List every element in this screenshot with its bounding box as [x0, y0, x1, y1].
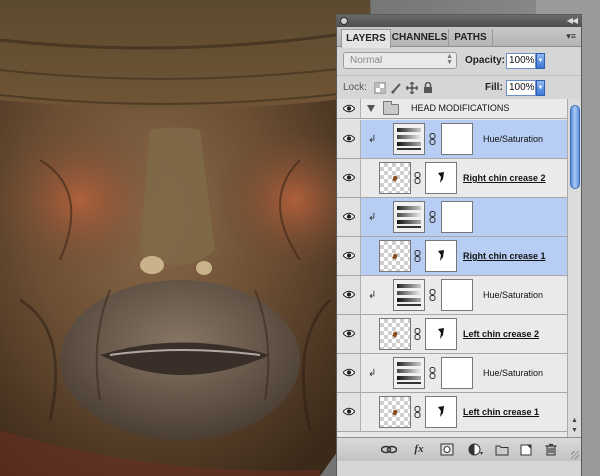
mask-link-icon[interactable]: [429, 133, 436, 145]
select-arrows-icon: ▲ ▼: [446, 53, 453, 66]
layer-thumbnail[interactable]: [379, 162, 411, 194]
opacity-label: Opacity:: [465, 55, 506, 66]
mask-link-icon[interactable]: [429, 289, 436, 301]
layer-mask-thumbnail[interactable]: [425, 396, 457, 428]
mask-link-icon[interactable]: [414, 250, 421, 262]
lock-all-icon[interactable]: [422, 82, 434, 94]
adjustment-thumbnail[interactable]: [393, 201, 425, 233]
layer-row[interactable]: Left chin crease 2: [337, 315, 567, 354]
blend-mode-value: Normal: [350, 55, 383, 66]
layer-mask-thumbnail[interactable]: [425, 318, 457, 350]
layer-mask-thumbnail[interactable]: [441, 279, 473, 311]
folder-icon: [383, 101, 399, 115]
scrollbar-thumb[interactable]: [570, 105, 580, 189]
layer-name[interactable]: Left chin crease 1: [463, 407, 539, 417]
blend-mode-select[interactable]: Normal ▲ ▼: [343, 52, 457, 69]
mask-link-icon[interactable]: [414, 172, 421, 184]
tab-channels[interactable]: CHANNELS: [391, 29, 449, 47]
visibility-eye-icon[interactable]: [343, 290, 355, 299]
visibility-eye-icon[interactable]: [343, 134, 355, 143]
lock-options-row: Lock: Fill: 100% ▼: [337, 75, 581, 99]
layer-name[interactable]: Hue/Saturation: [483, 368, 543, 378]
mask-link-icon[interactable]: [429, 367, 436, 379]
visibility-eye-icon[interactable]: [343, 407, 355, 416]
layer-thumbnail[interactable]: [379, 318, 411, 350]
visibility-eye-icon[interactable]: [343, 104, 355, 113]
layer-row[interactable]: ↲: [337, 198, 567, 237]
scroll-up-arrow-icon[interactable]: ▲: [571, 417, 578, 424]
layers-bottom-toolbar: fx: [337, 437, 581, 461]
new-layer-icon[interactable]: [519, 443, 533, 456]
layer-row[interactable]: ↲ Hue/Saturation: [337, 354, 567, 393]
layer-mask-thumbnail[interactable]: [441, 123, 473, 155]
add-mask-icon[interactable]: [440, 443, 454, 456]
lock-image-icon[interactable]: [390, 82, 402, 94]
layer-row[interactable]: Right chin crease 2: [337, 159, 567, 198]
adjustment-thumbnail[interactable]: [393, 357, 425, 389]
visibility-eye-icon[interactable]: [343, 368, 355, 377]
fill-label: Fill:: [485, 82, 503, 93]
scroll-down-arrow-icon[interactable]: ▼: [571, 427, 578, 434]
layer-group-row[interactable]: HEAD MODIFICATIONS: [337, 99, 567, 119]
clipping-arrow-icon: ↲: [368, 290, 377, 301]
layer-mask-thumbnail[interactable]: [441, 201, 473, 233]
panel-menu-icon[interactable]: ▾≡: [566, 31, 576, 42]
adjustment-layer-icon[interactable]: [468, 443, 484, 456]
layer-row[interactable]: Right chin crease 1: [337, 237, 567, 276]
expand-triangle-icon[interactable]: [367, 105, 375, 112]
layer-thumbnail[interactable]: [379, 240, 411, 272]
layer-name[interactable]: Hue/Saturation: [483, 290, 543, 300]
visibility-eye-icon[interactable]: [343, 173, 355, 182]
close-icon[interactable]: [340, 17, 348, 25]
panel-titlebar[interactable]: ◀◀: [337, 15, 581, 27]
collapse-icon[interactable]: ◀◀: [567, 15, 578, 27]
visibility-eye-icon[interactable]: [343, 251, 355, 260]
blend-options-row: Normal ▲ ▼ Opacity: 100% ▼: [337, 49, 581, 73]
opacity-slider-button[interactable]: ▼: [536, 53, 545, 69]
lock-position-icon[interactable]: [406, 82, 418, 94]
clipping-arrow-icon: ↲: [368, 212, 377, 223]
layers-scrollbar[interactable]: ▲ ▼: [567, 99, 581, 437]
tab-paths[interactable]: PATHS: [449, 29, 493, 47]
tab-layers[interactable]: LAYERS: [341, 29, 391, 48]
visibility-eye-icon[interactable]: [343, 329, 355, 338]
clipping-arrow-icon: ↲: [368, 368, 377, 379]
fill-input[interactable]: 100%: [506, 80, 536, 96]
opacity-input[interactable]: 100%: [506, 53, 536, 69]
new-group-icon[interactable]: [495, 443, 509, 456]
layer-row[interactable]: ↲ Hue/Saturation: [337, 276, 567, 315]
adjustment-thumbnail[interactable]: [393, 123, 425, 155]
link-layers-icon[interactable]: [381, 443, 397, 456]
trash-icon[interactable]: [544, 443, 558, 456]
layer-mask-thumbnail[interactable]: [441, 357, 473, 389]
visibility-eye-icon[interactable]: [343, 212, 355, 221]
clipping-arrow-icon: ↲: [368, 134, 377, 145]
lock-label: Lock:: [343, 82, 367, 93]
fx-icon[interactable]: fx: [411, 443, 427, 456]
layers-list[interactable]: HEAD MODIFICATIONS ↲ Hue/Saturation Right …: [337, 99, 567, 437]
layer-name[interactable]: Right chin crease 1: [463, 251, 546, 261]
lock-transparent-icon[interactable]: [374, 82, 386, 94]
layer-thumbnail[interactable]: [379, 396, 411, 428]
layers-panel: ◀◀ LAYERS CHANNELS PATHS ▾≡ Normal ▲ ▼ Op…: [336, 14, 582, 476]
mask-link-icon[interactable]: [414, 406, 421, 418]
adjustment-thumbnail[interactable]: [393, 279, 425, 311]
fill-slider-button[interactable]: ▼: [536, 80, 545, 96]
layer-name[interactable]: Hue/Saturation: [483, 134, 543, 144]
resize-grip-icon[interactable]: [571, 451, 579, 459]
panel-tabbar: LAYERS CHANNELS PATHS ▾≡: [337, 27, 581, 48]
layer-name[interactable]: Left chin crease 2: [463, 329, 539, 339]
layer-row[interactable]: ↲ Hue/Saturation: [337, 120, 567, 159]
mask-link-icon[interactable]: [429, 211, 436, 223]
layer-mask-thumbnail[interactable]: [425, 162, 457, 194]
layer-mask-thumbnail[interactable]: [425, 240, 457, 272]
layer-name[interactable]: Right chin crease 2: [463, 173, 546, 183]
group-name: HEAD MODIFICATIONS: [411, 103, 510, 113]
mask-link-icon[interactable]: [414, 328, 421, 340]
layer-row[interactable]: Left chin crease 1: [337, 393, 567, 432]
